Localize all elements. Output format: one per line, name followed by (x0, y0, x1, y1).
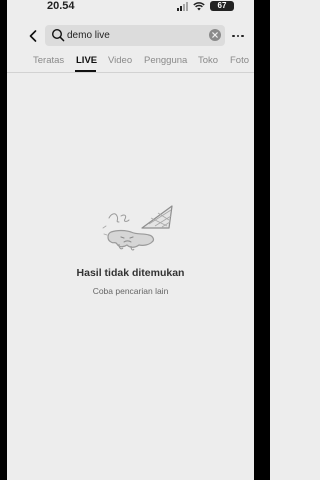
wifi-icon (193, 1, 205, 10)
status-bar: 20.54 67 (7, 0, 254, 18)
clear-search-button[interactable] (209, 29, 221, 41)
signal-icon (177, 1, 188, 11)
melted-ice-cream-illustration (102, 205, 173, 251)
search-bar-row (7, 24, 254, 48)
search-icon (51, 28, 65, 42)
tab-live[interactable]: LIVE (76, 55, 97, 66)
tab-video[interactable]: Video (108, 55, 132, 66)
tab-foto[interactable]: Foto (230, 55, 249, 66)
status-icons: 67 (177, 1, 234, 11)
empty-state-title: Hasil tidak ditemukan (76, 267, 185, 279)
empty-state-subtitle: Coba pencarian lain (92, 286, 169, 296)
tab-pengguna[interactable]: Pengguna (144, 55, 187, 66)
app-screen: 20.54 67 demo live Teratas LIVE Video Pe… (7, 0, 254, 480)
status-time: 20.54 (47, 0, 75, 12)
chevron-left-icon (29, 30, 37, 42)
battery-icon: 67 (210, 1, 234, 11)
search-tabs: Teratas LIVE Video Pengguna Toko Foto (7, 50, 254, 73)
search-input[interactable] (67, 25, 197, 46)
active-tab-indicator (75, 70, 96, 72)
more-options-button[interactable] (228, 26, 248, 46)
clear-icon (212, 32, 218, 38)
device-frame: 20.54 67 demo live Teratas LIVE Video Pe… (0, 0, 270, 480)
search-box[interactable] (45, 25, 225, 46)
tab-teratas[interactable]: Teratas (33, 55, 64, 66)
back-button[interactable] (23, 26, 43, 46)
more-horizontal-icon (232, 34, 235, 38)
tab-toko[interactable]: Toko (198, 55, 218, 66)
